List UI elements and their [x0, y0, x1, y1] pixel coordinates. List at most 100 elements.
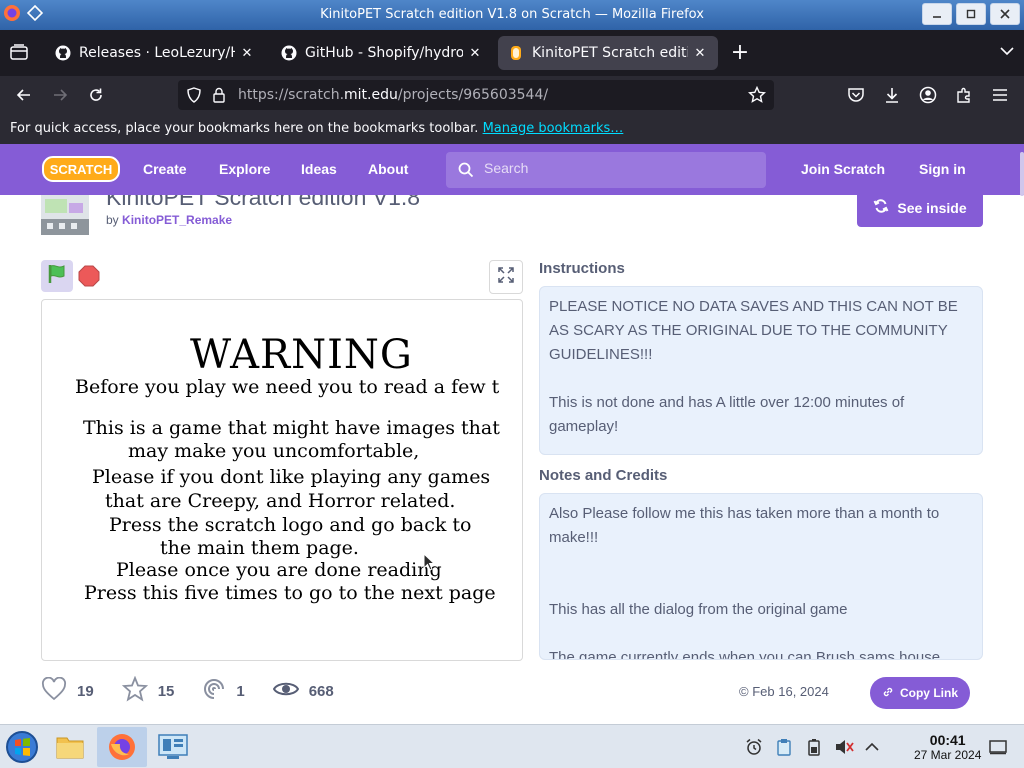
tab-releases[interactable]: Releases · LeoLezury/Hy ✕ — [45, 36, 265, 70]
alarm-clock-icon[interactable] — [744, 737, 764, 757]
pocket-icon[interactable] — [844, 83, 868, 107]
nav-about[interactable]: About — [368, 161, 408, 177]
favorite-stat[interactable]: 15 — [121, 675, 174, 706]
system-monitor-app[interactable] — [153, 727, 193, 767]
logo-text: SCRATCH — [50, 162, 113, 177]
sign-in-link[interactable]: Sign in — [919, 161, 966, 177]
close-tab-icon[interactable]: ✕ — [467, 46, 483, 61]
notes-box[interactable]: Also Please follow me this has taken mor… — [539, 493, 983, 660]
close-window-button[interactable] — [990, 3, 1020, 25]
instructions-heading: Instructions — [539, 260, 625, 277]
bookmarks-toolbar: For quick access, place your bookmarks h… — [0, 114, 1024, 144]
project-thumbnail — [41, 189, 89, 235]
show-hidden-icons-chevron-icon[interactable] — [862, 737, 882, 757]
clipboard-icon[interactable] — [774, 737, 794, 757]
stage-next-page-line[interactable]: Press this five times to go to the next … — [84, 582, 496, 604]
clock-date: 27 Mar 2024 — [914, 748, 982, 762]
reload-button[interactable] — [84, 83, 108, 107]
mouse-pointer-icon — [423, 552, 436, 571]
github-icon — [55, 45, 71, 61]
url-bar[interactable]: https://scratch.mit.edu/projects/9656035… — [178, 80, 774, 110]
url-path: /projects/965603544/ — [397, 87, 549, 103]
see-inside-label: See inside — [897, 199, 967, 216]
project-stats: 19 15 1 668 — [41, 675, 362, 706]
notes-paragraph: Also Please follow me this has taken mor… — [549, 505, 940, 546]
share-date: © Feb 16, 2024 — [739, 684, 829, 699]
manage-bookmarks-link[interactable]: Manage bookmarks… — [483, 121, 624, 136]
tracking-protection-icon[interactable] — [186, 87, 202, 107]
project-stage[interactable]: WARNING Before you play we need you to r… — [41, 299, 523, 661]
scratch-project-page: SCRATCH Create Explore Ideas About Join … — [0, 144, 1024, 724]
account-icon[interactable] — [916, 83, 940, 107]
url-text: https://scratch.mit.edu/projects/9656035… — [238, 87, 548, 103]
tab-github-hydrogen[interactable]: GitHub - Shopify/hydroge ✕ — [271, 36, 493, 70]
minimize-button[interactable] — [922, 3, 952, 25]
maximize-button[interactable] — [956, 3, 986, 25]
copy-link-button[interactable]: Copy Link — [870, 677, 970, 709]
clock-time: 00:41 — [929, 732, 966, 748]
project-byline: by KinitoPET_Remake — [106, 213, 232, 227]
view-count: 668 — [308, 682, 334, 700]
close-tab-icon[interactable]: ✕ — [239, 46, 255, 61]
taskbar-clock[interactable]: 00:41 27 Mar 2024 — [914, 732, 981, 762]
notes-paragraph: This has all the dialog from the origina… — [549, 601, 848, 618]
stage-line: This is a game that might have images th… — [83, 417, 500, 439]
love-count: 19 — [77, 682, 94, 700]
file-manager-app[interactable] — [50, 727, 90, 767]
bookmarks-hint: For quick access, place your bookmarks h… — [10, 121, 479, 136]
window-title: KinitoPET Scratch edition V1.8 on Scratc… — [320, 7, 704, 22]
tabs-bar: Releases · LeoLezury/Hy ✕ GitHub - Shopi… — [0, 30, 1024, 76]
instructions-box: PLEASE NOTICE NO DATA SAVES AND THIS CAN… — [539, 286, 983, 455]
remix-arrows-icon — [873, 198, 889, 217]
firefox-view-icon[interactable] — [10, 44, 30, 62]
volume-muted-icon[interactable] — [834, 737, 854, 757]
by-label: by — [106, 213, 119, 227]
window-controls — [922, 3, 1020, 25]
join-scratch-link[interactable]: Join Scratch — [801, 161, 885, 177]
lock-icon[interactable] — [212, 87, 226, 107]
firefox-taskbar-app[interactable] — [97, 727, 147, 767]
remix-icon — [202, 677, 226, 705]
search-input[interactable] — [484, 160, 754, 176]
list-all-tabs-icon[interactable] — [1000, 44, 1014, 60]
close-tab-icon[interactable]: ✕ — [692, 46, 708, 61]
nav-create[interactable]: Create — [143, 161, 187, 177]
green-flag-button[interactable] — [41, 260, 73, 292]
scratch-logo[interactable]: SCRATCH — [42, 154, 120, 184]
github-icon — [281, 45, 297, 61]
stop-button[interactable] — [78, 265, 100, 287]
instructions-paragraph: PLEASE NOTICE NO DATA SAVES AND THIS CAN… — [549, 298, 958, 363]
new-tab-button[interactable]: + — [728, 42, 752, 66]
tab-kinitopet[interactable]: KinitoPET Scratch edition ✕ — [498, 36, 718, 70]
stage-line: that are Creepy, and Horror related. — [105, 490, 456, 512]
link-icon — [882, 686, 894, 701]
share-date-text: Feb 16, 2024 — [752, 684, 829, 699]
notes-paragraph: The game currently ends when you can Bru… — [549, 649, 941, 660]
back-button[interactable] — [12, 83, 36, 107]
nav-ideas[interactable]: Ideas — [301, 161, 337, 177]
navigation-toolbar: https://scratch.mit.edu/projects/9656035… — [0, 76, 1024, 114]
downloads-icon[interactable] — [880, 83, 904, 107]
hamburger-menu-icon[interactable] — [988, 83, 1012, 107]
stage-warning-heading: WARNING — [190, 332, 413, 378]
author-link[interactable]: KinitoPET_Remake — [122, 213, 232, 227]
remix-stat: 1 — [202, 677, 245, 705]
battery-icon[interactable] — [804, 737, 824, 757]
eye-icon — [272, 679, 299, 703]
fullscreen-button[interactable] — [489, 260, 523, 294]
forward-button[interactable] — [48, 83, 72, 107]
view-stat: 668 — [272, 679, 334, 703]
page-scrollbar[interactable] — [1020, 152, 1024, 196]
extensions-icon[interactable] — [952, 83, 976, 107]
os-taskbar: 00:41 27 Mar 2024 — [0, 724, 1024, 768]
bookmark-star-icon[interactable] — [747, 85, 767, 108]
start-menu-button[interactable] — [2, 727, 42, 767]
tab-label: GitHub - Shopify/hydroge — [305, 45, 463, 61]
nav-explore[interactable]: Explore — [219, 161, 270, 177]
show-desktop-icon[interactable] — [988, 737, 1008, 757]
stage-line: Press the scratch logo and go back to — [109, 514, 472, 536]
instructions-paragraph: This is not done and has A little over 1… — [549, 394, 905, 435]
heart-icon — [41, 676, 67, 705]
love-stat[interactable]: 19 — [41, 676, 94, 705]
search-icon — [458, 162, 474, 182]
